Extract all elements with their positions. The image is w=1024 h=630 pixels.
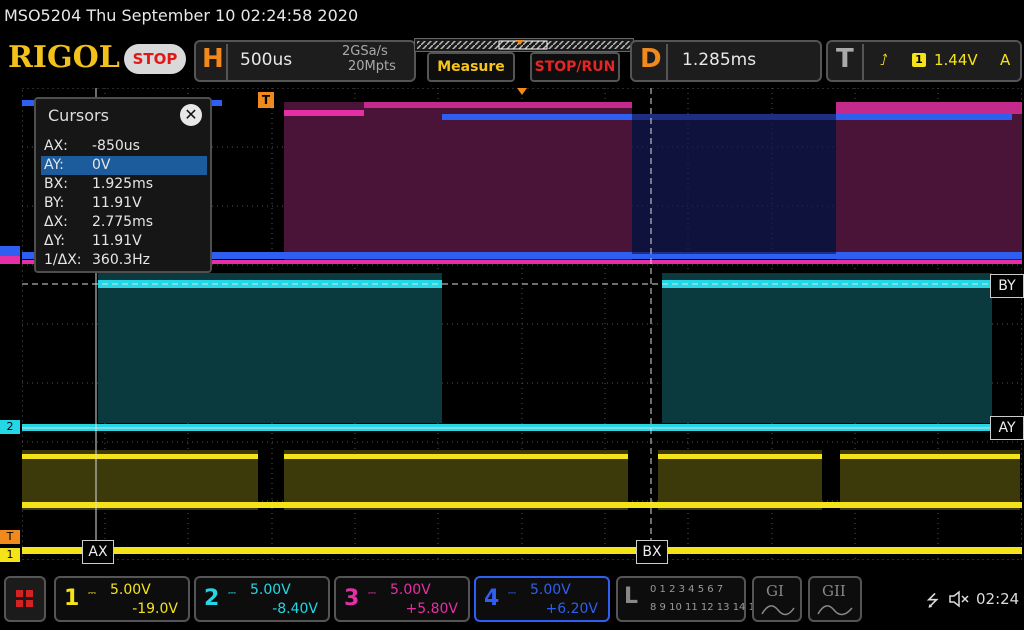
cursor-bx-tag[interactable]: BX xyxy=(636,540,668,564)
trigger-level: 1.44V xyxy=(934,51,978,69)
cursor-row-by[interactable]: BY: 11.91V xyxy=(41,194,207,213)
logic-letter: L xyxy=(624,584,639,609)
logic-analyzer-settings[interactable]: L 0 1 2 3 4 5 6 7 8 9 10 11 12 13 14 15 xyxy=(616,576,761,622)
cursor-value: 0V xyxy=(92,157,111,173)
memory-depth: 20Mpts xyxy=(348,59,396,74)
ch4-scale: 5.00V xyxy=(530,582,571,598)
ch2-offset-marker[interactable]: 2 xyxy=(0,420,20,434)
cursor-value: -850us xyxy=(92,138,140,154)
stop-run-button[interactable]: STOP/RUN xyxy=(530,52,620,82)
clock-time: 02:24 xyxy=(976,590,1020,608)
logic-channels-row1: 0 1 2 3 4 5 6 7 xyxy=(650,584,724,595)
sample-rate: 2GSa/s xyxy=(342,44,388,59)
ch2-number: 2 xyxy=(204,586,220,611)
ch4-offset-marker[interactable] xyxy=(0,246,20,256)
cursor-key: BY: xyxy=(44,195,65,211)
ch2-scale: 5.00V xyxy=(250,582,291,598)
cursor-row-ay[interactable]: AY: 0V xyxy=(41,156,207,175)
cursor-key: AY: xyxy=(44,157,64,173)
decode-wave-icon xyxy=(817,605,853,616)
measure-button[interactable]: Measure xyxy=(427,52,515,82)
cursor-value: 2.775ms xyxy=(92,214,154,230)
cursors-panel: Cursors ✕ AX: -850us AY: 0V BX: 1.925ms … xyxy=(34,97,212,273)
horizontal-settings[interactable]: H 500us 2GSa/s 20Mpts xyxy=(194,40,416,82)
cursor-value: 11.91V xyxy=(92,195,142,211)
cursor-row-dy: ΔY: 11.91V xyxy=(41,232,207,251)
rigol-logo: RIGOL xyxy=(8,40,120,75)
dc-coupling-icon: ⎓ xyxy=(368,588,376,599)
dc-coupling-icon: ⎓ xyxy=(508,588,516,599)
title-bar: MSO5204 Thu September 10 02:24:58 2020 xyxy=(0,0,1024,34)
cursor-by-tag[interactable]: BY xyxy=(990,274,1024,298)
cursor-key: ΔX: xyxy=(44,214,68,230)
divider xyxy=(862,44,864,80)
menu-button[interactable] xyxy=(4,576,46,622)
divider xyxy=(226,44,228,80)
ch4-settings[interactable]: 4 ⎓ 5.00V +6.20V xyxy=(474,576,610,622)
ch1-number: 1 xyxy=(64,586,80,611)
timebase-value: 500us xyxy=(240,50,293,70)
instrument-title: MSO5204 Thu September 10 02:24:58 2020 xyxy=(4,6,359,25)
dc-coupling-icon: ⎓ xyxy=(88,588,96,599)
ch3-offset: +5.80V xyxy=(405,601,458,617)
trigger-position-marker xyxy=(517,88,527,95)
trigger-settings[interactable]: T ⭜ 1 1.44V A xyxy=(826,40,1022,82)
logic-channels-row2: 8 9 10 11 12 13 14 15 xyxy=(650,602,762,613)
ch1-scale: 5.00V xyxy=(110,582,151,598)
cursor-ay-tag[interactable]: AY xyxy=(990,416,1024,440)
delay-letter: D xyxy=(640,44,662,74)
ch2-trace xyxy=(22,273,1022,431)
cursor-row-dx: ΔX: 2.775ms xyxy=(41,213,207,232)
rising-edge-icon: ⭜ xyxy=(880,51,888,69)
dc-coupling-icon: ⎓ xyxy=(228,588,236,599)
cursor-key: AX: xyxy=(44,138,68,154)
decode-wave-icon xyxy=(761,605,795,616)
horizontal-letter: H xyxy=(202,44,224,74)
grid-menu-icon xyxy=(16,590,33,607)
ch3-number: 3 xyxy=(344,586,360,611)
delay-value: 1.285ms xyxy=(682,50,757,70)
cursor-key: BX: xyxy=(44,176,68,192)
ch2-offset: -8.40V xyxy=(272,601,318,617)
cursor-row-bx[interactable]: BX: 1.925ms xyxy=(41,175,207,194)
cursors-title: Cursors xyxy=(48,106,109,125)
cursor-key: 1/ΔX: xyxy=(44,252,82,268)
speaker-muted-icon[interactable] xyxy=(948,590,970,608)
memory-overview xyxy=(414,38,634,52)
trigger-letter: T xyxy=(836,44,854,74)
ch1-offset-marker[interactable]: 1 xyxy=(0,548,20,562)
trigger-mode: A xyxy=(1000,51,1011,69)
cursor-row-inv-dx: 1/ΔX: 360.3Hz xyxy=(41,251,207,270)
ch3-scale: 5.00V xyxy=(390,582,431,598)
decoder-2-label: GII xyxy=(822,582,846,600)
close-icon[interactable]: ✕ xyxy=(180,104,202,126)
delay-settings[interactable]: D 1.285ms xyxy=(630,40,822,82)
ch4-offset: +6.20V xyxy=(545,601,598,617)
trigger-source: 1 xyxy=(912,53,926,67)
ch1-offset: -19.0V xyxy=(132,601,178,617)
ch1-settings[interactable]: 1 ⎓ 5.00V -19.0V xyxy=(54,576,190,622)
ch2-settings[interactable]: 2 ⎓ 5.00V -8.40V xyxy=(194,576,330,622)
cursor-ax-tag[interactable]: AX xyxy=(82,540,114,564)
run-state-badge[interactable]: STOP xyxy=(124,44,186,74)
cursors-header: Cursors ✕ xyxy=(36,99,210,133)
decoder-2-button[interactable]: GII xyxy=(808,576,862,622)
cursor-row-ax[interactable]: AX: -850us xyxy=(41,137,207,156)
decoder-1-label: GI xyxy=(766,582,784,600)
divider xyxy=(666,44,668,80)
cursor-value: 11.91V xyxy=(92,233,142,249)
cursor-value: 360.3Hz xyxy=(92,252,150,268)
ch4-number: 4 xyxy=(484,586,500,611)
cursor-key: ΔY: xyxy=(44,233,65,249)
cursor-value: 1.925ms xyxy=(92,176,154,192)
ch3-offset-marker[interactable] xyxy=(0,256,20,264)
ch3-settings[interactable]: 3 ⎓ 5.00V +5.80V xyxy=(334,576,470,622)
usb-icon: ⭍ xyxy=(926,591,940,610)
trigger-level-marker[interactable]: T xyxy=(0,530,20,544)
decoder-1-button[interactable]: GI xyxy=(752,576,802,622)
delay-t-marker: T xyxy=(258,92,274,108)
